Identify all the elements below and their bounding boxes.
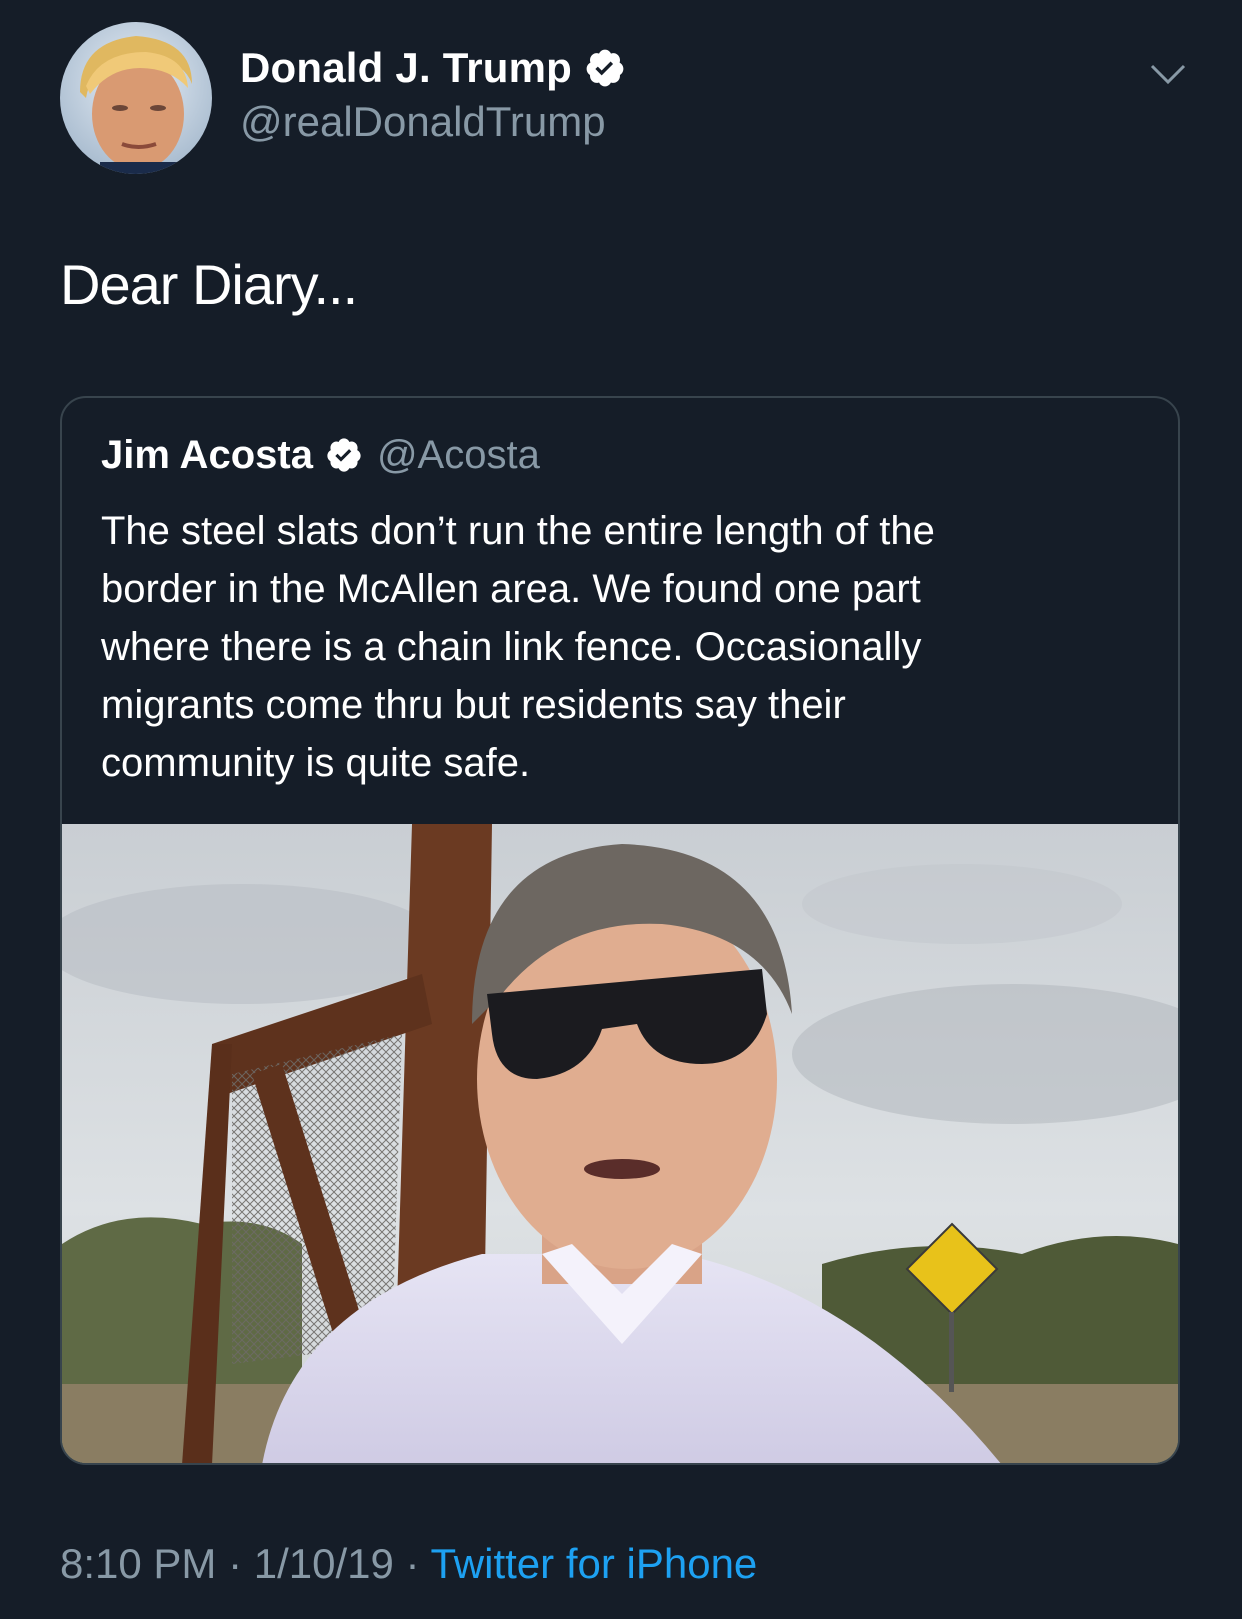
tweet-meta: 8:10 PM · 1/10/19 · Twitter for iPhone xyxy=(60,1540,757,1588)
quoted-author-name: Jim Acosta xyxy=(101,432,313,477)
meta-separator: · xyxy=(216,1540,254,1587)
verified-badge-icon xyxy=(584,47,626,89)
tweet: Donald J. Trump @realDonaldTrump Dear Di… xyxy=(0,0,1242,1619)
tweet-time: 8:10 PM xyxy=(60,1540,217,1587)
author-name[interactable]: Donald J. Trump xyxy=(240,44,572,92)
author-name-row: Donald J. Trump xyxy=(240,40,626,96)
quoted-tweet-text-line: community is quite safe. xyxy=(101,741,531,785)
avatar[interactable] xyxy=(60,22,212,174)
quoted-tweet-text-line: migrants come thru but residents say the… xyxy=(101,683,846,727)
quoted-tweet-text-line: border in the McAllen area. We found one… xyxy=(101,567,921,611)
video-thumbnail[interactable] xyxy=(62,824,1178,1463)
quoted-tweet-text: The steel slats don’t run the entire len… xyxy=(101,502,1121,792)
quoted-author-handle: @Acosta xyxy=(376,432,540,477)
tweet-text: Dear Diary... xyxy=(60,253,358,316)
tweet-source-link[interactable]: Twitter for iPhone xyxy=(430,1540,757,1587)
quoted-tweet[interactable]: Jim Acosta @Acosta The steel slats don’t… xyxy=(60,396,1180,1465)
verified-badge-icon xyxy=(325,436,363,474)
tweet-date[interactable]: 1/10/19 xyxy=(254,1540,394,1587)
quoted-tweet-text-line: The steel slats don’t run the entire len… xyxy=(101,509,935,553)
author-handle[interactable]: @realDonaldTrump xyxy=(240,98,626,146)
quoted-tweet-header: Jim Acosta @Acosta xyxy=(101,430,540,480)
author-info[interactable]: Donald J. Trump @realDonaldTrump xyxy=(240,40,626,146)
chevron-down-icon[interactable] xyxy=(1148,60,1188,88)
quoted-tweet-text-line: where there is a chain link fence. Occas… xyxy=(101,625,922,669)
meta-separator: · xyxy=(393,1540,431,1587)
